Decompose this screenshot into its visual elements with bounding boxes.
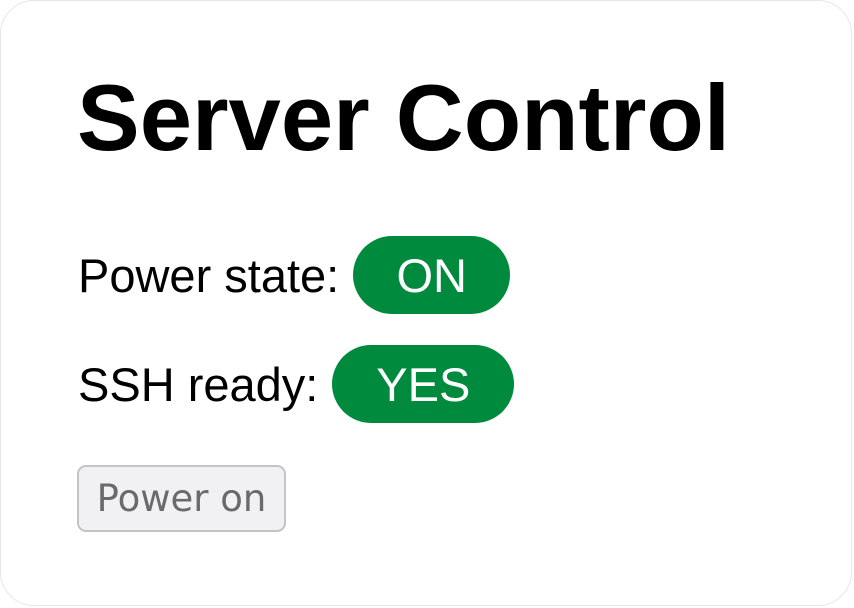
server-control-panel: Server Control Power state: ON SSH ready… (0, 0, 852, 606)
power-state-label: Power state: (78, 248, 340, 302)
power-state-badge: ON (353, 236, 511, 314)
ssh-ready-label: SSH ready: (78, 357, 319, 411)
page-title: Server Control (77, 65, 730, 170)
ssh-ready-badge: YES (332, 345, 515, 423)
ssh-ready-row: SSH ready: YES (78, 345, 515, 423)
power-on-button[interactable]: Power on (77, 465, 286, 532)
power-state-row: Power state: ON (78, 236, 511, 314)
